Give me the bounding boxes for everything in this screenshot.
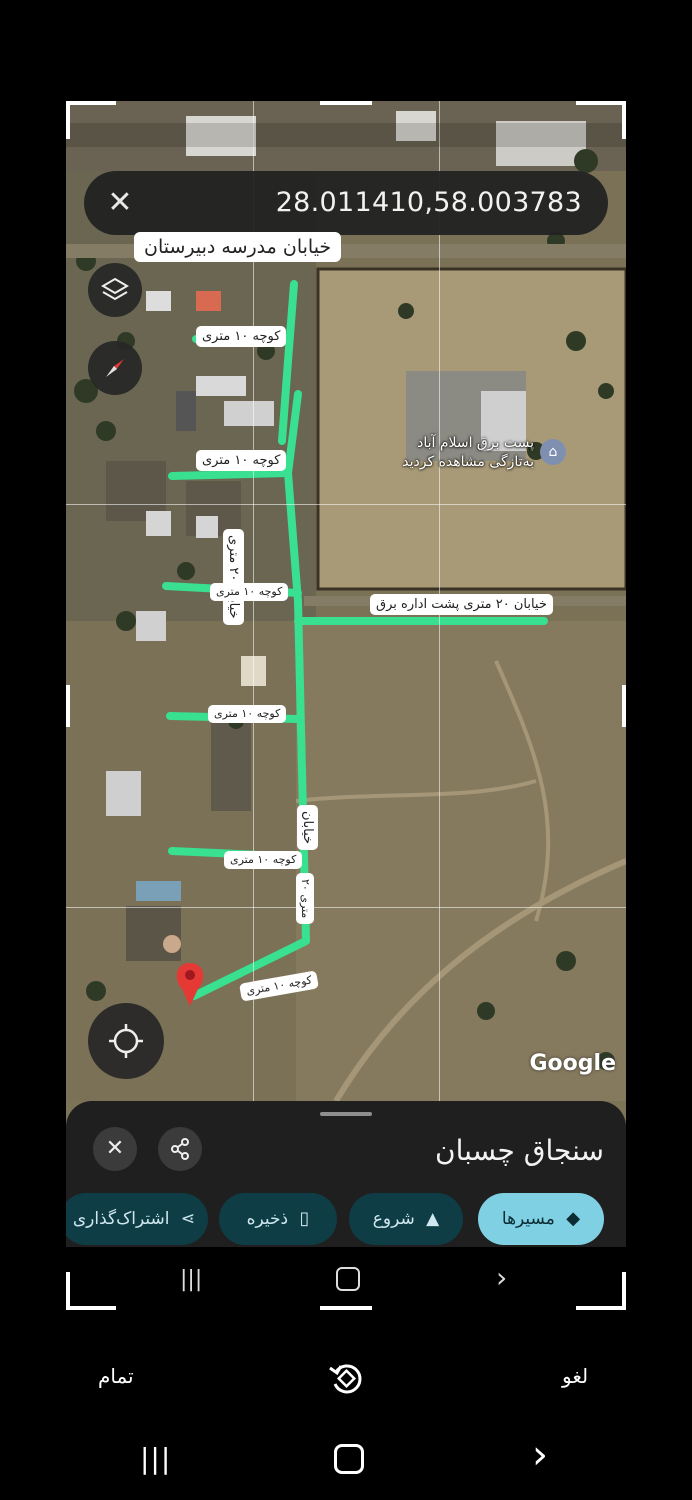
place-title: سنجاق چسبان [435, 1134, 604, 1167]
label-street-behind: خیابان ۲۰ متری پشت اداره برق [370, 594, 553, 615]
label-alley-3: کوچه ۱۰ متری [210, 583, 289, 601]
inner-navigation-bar: ||| › [66, 1247, 626, 1310]
layers-button[interactable] [88, 263, 142, 317]
share-icon [171, 1138, 189, 1160]
grid-line-horizontal-1 [66, 504, 626, 505]
my-location-icon [109, 1024, 143, 1058]
compass-icon [106, 359, 124, 377]
crop-handle-top[interactable] [320, 101, 372, 105]
layers-icon [101, 277, 129, 301]
google-attribution: Google [529, 1051, 617, 1076]
done-button[interactable]: تمام [98, 1362, 134, 1390]
crop-handle-bottom[interactable] [320, 1306, 372, 1310]
label-vertical-street-2b: ۲۰ متری [296, 873, 314, 925]
grid-line-horizontal-2 [66, 907, 626, 908]
inner-status-bar [66, 123, 626, 147]
directions-chip[interactable]: مسیرها ◆ [478, 1193, 604, 1245]
place-bottom-sheet[interactable]: ✕ سنجاق چسبان مسیرها ◆ شروع ▲ ذخیره ▯ اش… [66, 1101, 626, 1247]
start-chip[interactable]: شروع ▲ [349, 1193, 463, 1245]
poi-subtitle: به‌تازگی مشاهده کردید [402, 454, 534, 470]
rotate-button[interactable] [326, 1358, 366, 1398]
recent-apps-icon[interactable]: ||| [180, 1267, 202, 1292]
label-alley-1: کوچه ۱۰ متری [196, 326, 287, 347]
navigation-arrow-icon: ▲ [426, 1209, 440, 1229]
save-chip[interactable]: ذخیره ▯ [219, 1193, 337, 1245]
back-icon[interactable]: › [532, 1432, 548, 1478]
crop-corner-top-left[interactable] [66, 101, 116, 139]
label-vertical-street-1: خیابان ۲۰ متری [223, 529, 244, 625]
crop-frame[interactable]: ✕ 28.011410,58.003783 خیابان مدرسه دبیرس… [66, 101, 626, 1310]
label-vertical-street-2a: خیابان [297, 805, 318, 851]
crop-corner-top-right[interactable] [576, 101, 626, 139]
poi-building-icon: ⌂ [540, 439, 566, 465]
label-alley-5: کوچه ۱۰ متری [224, 851, 303, 869]
chip-label: ذخیره [246, 1209, 289, 1229]
chip-label: شروع [372, 1209, 415, 1229]
home-icon[interactable] [336, 1267, 360, 1291]
back-icon[interactable]: › [496, 1261, 507, 1294]
poi-marker[interactable]: ⌂ پست برق اسلام آباد به‌تازگی مشاهده کرد… [356, 435, 566, 475]
label-school-street: خیابان مدرسه دبیرستان [134, 232, 342, 262]
sheet-drag-handle[interactable] [320, 1112, 372, 1116]
sheet-close-button[interactable]: ✕ [93, 1127, 137, 1171]
home-icon[interactable] [334, 1444, 364, 1474]
poi-name: پست برق اسلام آباد [417, 435, 534, 451]
coordinates-search-bar[interactable]: ✕ 28.011410,58.003783 [84, 171, 608, 235]
chip-label: مسیرها [501, 1209, 555, 1229]
system-navigation-bar: ||| › [0, 1420, 692, 1500]
label-alley-4: کوچه ۱۰ متری [208, 705, 287, 723]
crop-corner-bottom-left[interactable] [66, 1272, 116, 1310]
close-icon: ✕ [105, 1136, 125, 1161]
bookmark-icon: ▯ [299, 1208, 310, 1229]
chip-label: اشتراک‌گذاری [72, 1209, 170, 1229]
label-alley-2: کوچه ۱۰ متری [196, 450, 287, 471]
coordinates-text[interactable]: 28.011410,58.003783 [276, 185, 582, 221]
share-chip[interactable]: اشتراک‌گذاری ⋖ [66, 1193, 208, 1245]
recent-apps-icon[interactable]: ||| [140, 1442, 171, 1475]
directions-icon: ◆ [566, 1208, 581, 1229]
sheet-share-button[interactable] [158, 1127, 202, 1171]
cancel-button[interactable]: لغو [562, 1362, 588, 1390]
close-icon[interactable]: ✕ [102, 185, 138, 221]
compass-button[interactable] [88, 341, 142, 395]
crop-handle-left[interactable] [66, 685, 70, 727]
rotate-icon [329, 1364, 362, 1394]
crop-handle-right[interactable] [622, 685, 626, 727]
share-icon: ⋖ [180, 1209, 196, 1229]
crop-corner-bottom-right[interactable] [576, 1272, 626, 1310]
my-location-button[interactable] [88, 1003, 164, 1079]
